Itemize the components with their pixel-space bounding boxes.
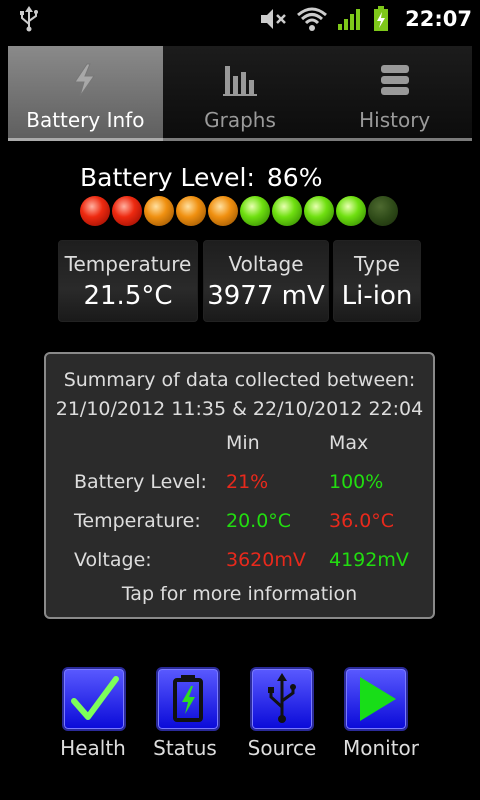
bar-graph-icon [223,66,257,96]
type-box: Type Li-ion [333,240,421,322]
tab-label: Graphs [204,108,276,132]
tab-label: Battery Info [26,108,145,132]
signal-icon [338,9,361,30]
list-icon [380,65,409,95]
more-info-hint: Tap for more information [121,583,358,605]
checkmark-icon [71,676,119,720]
usb-icon [268,673,296,723]
summary-row-label: Temperature: [74,510,201,532]
battery-led-on [304,196,334,226]
battery-led-on [336,196,366,226]
tab-bar: Battery Info Graphs History [8,46,473,141]
battery-led-on [80,196,110,226]
voltage-box: Voltage 3977 mV [203,240,329,322]
status-bar: 22:07 [0,0,480,38]
temperature-max: 36.0°C [329,510,395,532]
status-button[interactable] [156,667,220,731]
lightning-icon [74,63,96,97]
battery-led-off [368,196,398,226]
battery-led-on [272,196,302,226]
type-title: Type [354,252,400,276]
source-button[interactable] [250,667,314,731]
summary-heading: Summary of data collected between: [63,369,416,391]
type-value: Li-ion [341,281,413,311]
summary-panel[interactable]: Summary of data collected between: 21/10… [44,352,435,619]
battery-level-min: 21% [226,471,269,493]
monitor-button[interactable] [344,667,408,731]
temperature-title: Temperature [64,252,192,276]
tab-label: History [359,108,431,132]
battery-level: Battery Level: 86% [80,163,322,192]
voltage-min: 3620mV [226,549,306,571]
monitor-label: Monitor [342,736,420,760]
wifi-icon [297,7,328,31]
min-header: Min [226,432,260,454]
tab-battery-info[interactable]: Battery Info [8,46,163,141]
battery-icon [173,675,203,722]
voltage-max: 4192mV [329,549,409,571]
status-label: Status [153,736,217,760]
play-icon [360,677,396,721]
summary-row-label: Battery Level: [74,471,207,493]
battery-level-value: 86% [266,163,323,192]
voltage-value: 3977 mV [207,281,325,311]
temperature-box: Temperature 21.5°C [58,240,198,322]
battery-level-max: 100% [329,471,384,493]
max-header: Max [329,432,369,454]
tab-history[interactable]: History [317,46,473,141]
clock: 22:07 [405,7,472,31]
battery-level-label: Battery Level: [80,163,255,192]
battery-charging-icon [374,6,389,31]
battery-led-on [112,196,142,226]
battery-led-on [208,196,238,226]
source-label: Source [247,736,317,760]
battery-led-meter [80,196,398,226]
battery-led-on [176,196,206,226]
mute-icon [261,9,287,29]
temperature-min: 20.0°C [226,510,292,532]
tab-graphs[interactable]: Graphs [162,46,318,141]
battery-led-on [240,196,270,226]
battery-led-on [144,196,174,226]
voltage-title: Voltage [228,252,304,276]
temperature-value: 21.5°C [83,281,173,311]
summary-row-label: Voltage: [74,549,152,571]
summary-date-range: 21/10/2012 11:35 & 22/10/2012 22:04 [55,398,424,420]
health-button[interactable] [62,667,126,731]
usb-icon [20,6,38,32]
